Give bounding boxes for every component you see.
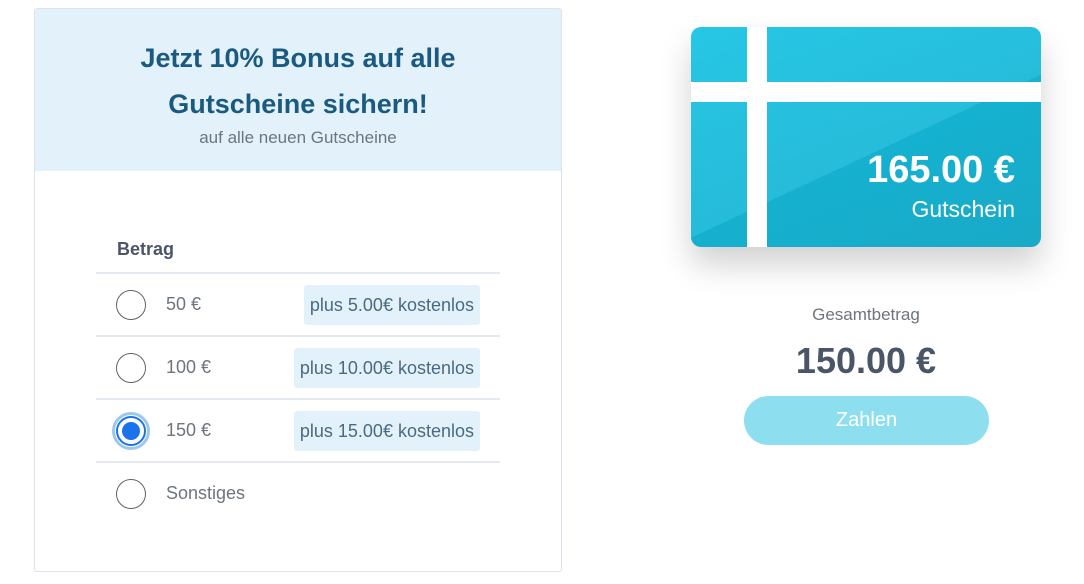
total-label: Gesamtbetrag [812, 305, 920, 324]
amount-option-150[interactable]: 150 € plus 15.00€ kostenlos [96, 398, 500, 461]
amount-value: 150 € [166, 420, 212, 440]
ribbon-vertical [747, 27, 767, 247]
promo-header: Jetzt 10% Bonus auf alle Gutscheine sich… [35, 9, 561, 171]
total-value: 150.00 € [795, 340, 937, 381]
amount-value: 100 € [166, 357, 212, 377]
amount-option-other[interactable]: Sonstiges [96, 461, 500, 524]
card-amount: 165.00 € [867, 149, 1015, 191]
bonus-badge: plus 10.00€ kostenlos [293, 347, 480, 388]
radio-50[interactable] [116, 289, 146, 320]
amount-option-50[interactable]: 50 € plus 5.00€ kostenlos [96, 272, 500, 335]
voucher-card: 165.00 € Gutschein [691, 27, 1041, 247]
bonus-badge: plus 15.00€ kostenlos [293, 410, 480, 451]
radio-150[interactable] [112, 411, 150, 450]
radio-100[interactable] [116, 352, 146, 383]
amount-label: Betrag [117, 239, 175, 259]
promo-subtitle: auf alle neuen Gutscheine [199, 128, 397, 147]
amount-option-100[interactable]: 100 € plus 10.00€ kostenlos [96, 335, 500, 398]
bonus-badge: plus 5.00€ kostenlos [303, 284, 480, 325]
card-label: Gutschein [911, 196, 1015, 222]
ribbon-horizontal [691, 82, 1041, 102]
pay-button[interactable]: Zahlen [744, 396, 989, 445]
amount-section: Betrag 50 € plus 5.00€ kostenlos 100 € p… [96, 232, 500, 524]
amount-value: Sonstiges [166, 483, 246, 503]
amount-value: 50 € [166, 294, 202, 314]
promo-title: Jetzt 10% Bonus auf alle Gutscheine sich… [140, 43, 456, 119]
radio-other[interactable] [116, 478, 146, 509]
